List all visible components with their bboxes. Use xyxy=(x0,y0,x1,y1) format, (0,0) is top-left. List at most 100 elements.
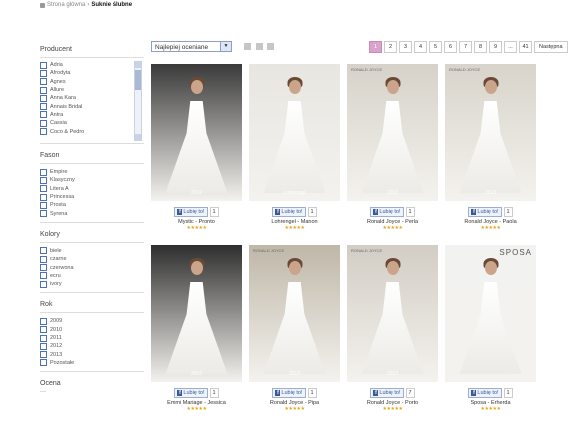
checkbox[interactable] xyxy=(40,94,47,102)
facebook-like-button[interactable]: f Lubię to! xyxy=(468,388,502,398)
scroll-down-icon[interactable] xyxy=(135,134,141,140)
checkbox[interactable] xyxy=(40,272,47,280)
checkbox[interactable] xyxy=(40,264,47,272)
checkbox[interactable] xyxy=(40,201,47,209)
next-page-button[interactable]: Następna xyxy=(534,41,568,53)
facebook-like-button[interactable]: f Lubię to! xyxy=(174,207,208,217)
style-option[interactable]: Klasyczny xyxy=(40,176,144,184)
checkbox[interactable] xyxy=(40,128,47,136)
chevron-down-icon[interactable]: ▼ xyxy=(220,42,231,51)
facebook-like-button[interactable]: f Lubię to! xyxy=(174,388,208,398)
checkbox[interactable] xyxy=(40,193,47,201)
facebook-like-button[interactable]: f Lubię to! xyxy=(370,388,404,398)
page-button[interactable]: 5 xyxy=(429,41,442,53)
product-photo[interactable]: RONALD JOYCE 2013 xyxy=(347,64,438,201)
producer-option[interactable]: Cassia xyxy=(40,119,144,127)
checkbox[interactable] xyxy=(40,168,47,176)
producer-option[interactable]: Anna Kara xyxy=(40,94,144,102)
product-card[interactable]: 2012 f Lubię to! 1 Mystic - Pronto ★★★★★ xyxy=(151,64,242,231)
product-card[interactable]: RONALD JOYCE 2013 f Lubię to! 1 Ronald Joyce … xyxy=(347,64,438,231)
year-option[interactable]: 2010 xyxy=(40,326,144,334)
checkbox[interactable] xyxy=(40,119,47,127)
color-option[interactable]: czarne xyxy=(40,255,144,263)
breadcrumb-home-link[interactable]: Strona główna xyxy=(47,2,85,8)
checkbox[interactable] xyxy=(40,342,47,350)
checkbox[interactable] xyxy=(40,326,47,334)
color-option[interactable]: czerwona xyxy=(40,263,144,272)
product-photo[interactable]: 2012 xyxy=(151,245,242,382)
checkbox[interactable] xyxy=(40,61,47,69)
style-option[interactable]: Empire xyxy=(40,168,144,176)
filter-title-producer: Producent xyxy=(40,46,72,53)
producer-option[interactable]: Allure xyxy=(40,86,144,94)
checkbox[interactable] xyxy=(40,78,47,86)
page-button[interactable]: 1 xyxy=(369,41,382,53)
facebook-like-button[interactable]: f Lubię to! xyxy=(370,207,404,217)
producer-option[interactable]: Annais Bridal xyxy=(40,102,144,111)
page-button[interactable]: 8 xyxy=(474,41,487,53)
producer-option[interactable]: Antra xyxy=(40,111,144,119)
checkbox[interactable] xyxy=(40,185,47,193)
year-option[interactable]: 2009 xyxy=(40,317,144,325)
producer-option[interactable]: Afrodyta xyxy=(40,69,144,77)
product-photo[interactable]: Lohrengel xyxy=(249,64,340,201)
product-card[interactable]: 2012 f Lubię to! 1 Emmi Mariage - Jessica ★★★… xyxy=(151,245,242,412)
color-option[interactable]: biele xyxy=(40,247,144,255)
color-option[interactable]: ecru xyxy=(40,272,144,280)
page-button[interactable]: 9 xyxy=(489,41,502,53)
home-icon[interactable] xyxy=(40,2,45,8)
checkbox[interactable] xyxy=(40,176,47,184)
checkbox[interactable] xyxy=(40,210,47,218)
page-button[interactable]: 4 xyxy=(414,41,427,53)
checkbox[interactable] xyxy=(40,334,47,342)
checkbox[interactable] xyxy=(40,103,47,111)
facebook-like-button[interactable]: f Lubię to! xyxy=(272,207,306,217)
list-view-icon[interactable] xyxy=(256,43,263,50)
year-option[interactable]: 2011 xyxy=(40,334,144,342)
page-button[interactable]: 7 xyxy=(459,41,472,53)
style-option[interactable]: Litera A xyxy=(40,185,144,193)
page-button[interactable]: 6 xyxy=(444,41,457,53)
product-card[interactable]: RONALD JOYCE 2013 f Lubię to! 7 Ronald Joyce … xyxy=(347,245,438,412)
checkbox[interactable] xyxy=(40,69,47,77)
style-option[interactable]: Princessa xyxy=(40,193,144,201)
page-button[interactable]: 3 xyxy=(399,41,412,53)
product-card[interactable]: Lohrengel f Lubię to! 1 Lohrengel - Manon ★★★… xyxy=(249,64,340,231)
page-button[interactable]: 41 xyxy=(519,41,532,53)
year-option[interactable]: 2012 xyxy=(40,342,144,350)
sort-select[interactable]: Najlepiej oceniane ▼ xyxy=(151,41,232,52)
year-option[interactable]: Pozostałe xyxy=(40,359,144,367)
checkbox[interactable] xyxy=(40,255,47,263)
producer-option[interactable]: Adria xyxy=(40,61,144,69)
grid-view-icon[interactable] xyxy=(244,43,251,50)
producer-option[interactable]: Coco & Pedro xyxy=(40,127,144,136)
color-option[interactable]: ivory xyxy=(40,280,144,288)
year-option[interactable]: 2013 xyxy=(40,350,144,359)
product-photo[interactable]: SPOSA xyxy=(445,245,536,382)
product-photo[interactable]: 2012 xyxy=(151,64,242,201)
checkbox[interactable] xyxy=(40,86,47,94)
scroll-thumb[interactable] xyxy=(135,70,141,90)
checkbox[interactable] xyxy=(40,111,47,119)
product-card[interactable]: RONALD JOYCE 2013 f Lubię to! 1 Ronald Joyce … xyxy=(249,245,340,412)
facebook-like-button[interactable]: f Lubię to! xyxy=(468,207,502,217)
product-card[interactable]: RONALD JOYCE 2013 f Lubię to! 1 Ronald Joyce … xyxy=(445,64,536,231)
checkbox[interactable] xyxy=(40,359,47,367)
checkbox[interactable] xyxy=(40,351,47,359)
checkbox[interactable] xyxy=(40,247,47,255)
like-label: Lubię to! xyxy=(281,390,303,396)
facebook-like-button[interactable]: f Lubię to! xyxy=(272,388,306,398)
page-button[interactable]: 2 xyxy=(384,41,397,53)
product-photo[interactable]: RONALD JOYCE 2013 xyxy=(445,64,536,201)
style-option[interactable]: Prosta xyxy=(40,201,144,209)
producer-scrollbar[interactable] xyxy=(134,61,142,141)
product-photo[interactable]: RONALD JOYCE 2013 xyxy=(249,245,340,382)
checkbox[interactable] xyxy=(40,317,47,325)
scroll-up-icon[interactable] xyxy=(135,62,141,68)
checkbox[interactable] xyxy=(40,280,47,288)
producer-option[interactable]: Agnes xyxy=(40,78,144,86)
product-card[interactable]: SPOSA f Lubię to! 1 Sposa - Erherda ★★★★★ xyxy=(445,245,536,412)
product-photo[interactable]: RONALD JOYCE 2013 xyxy=(347,245,438,382)
detail-view-icon[interactable] xyxy=(267,43,274,50)
style-option[interactable]: Syrena xyxy=(40,209,144,218)
